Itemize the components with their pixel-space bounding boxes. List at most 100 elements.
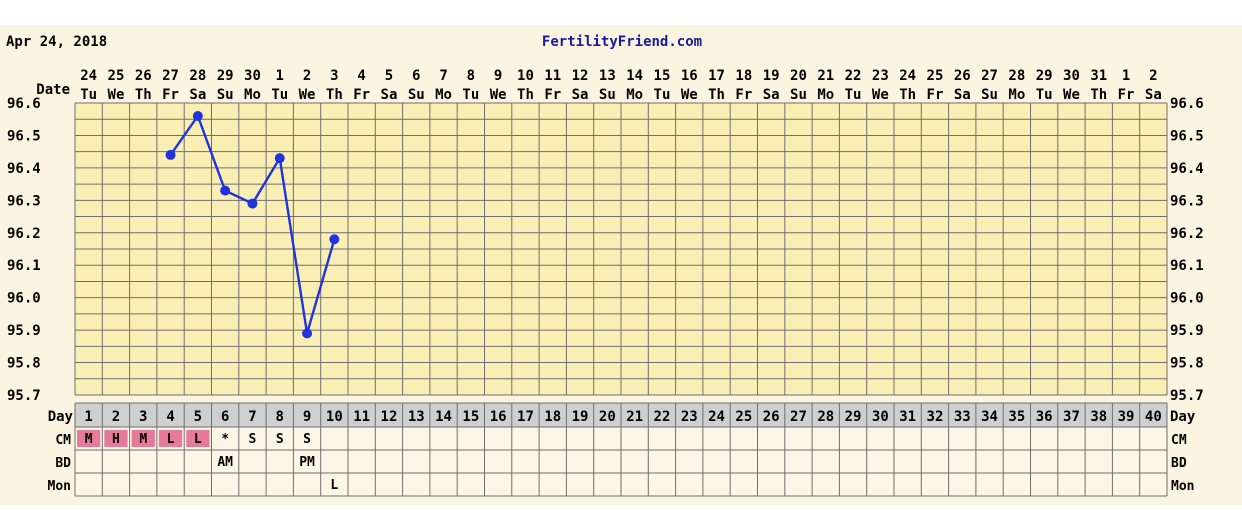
- date-tick-label: 13: [599, 68, 616, 84]
- temp-tick-label-left: 95.8: [7, 356, 41, 372]
- cm-cell-value: S: [249, 432, 257, 447]
- date-tick-label: 2: [1149, 68, 1157, 84]
- date-tick-label: 22: [845, 68, 862, 84]
- cycle-day-label: 23: [681, 409, 698, 425]
- temperature-point: [192, 110, 203, 121]
- weekday-tick-label: We: [872, 87, 889, 103]
- date-tick-label: 11: [544, 68, 561, 84]
- temp-tick-label-right: 96.3: [1170, 193, 1204, 209]
- cm-cell-value: S: [303, 432, 311, 447]
- cycle-day-label: 27: [790, 409, 807, 425]
- date-tick-label: 5: [385, 68, 393, 84]
- date-tick-label: 30: [244, 68, 261, 84]
- weekday-tick-label: Tu: [271, 87, 288, 103]
- temp-tick-label-right: 96.1: [1170, 258, 1204, 274]
- cycle-day-label: 25: [735, 409, 752, 425]
- temperature-point: [247, 198, 258, 209]
- cycle-day-label: 3: [139, 409, 147, 425]
- cycle-day-label: 28: [817, 409, 834, 425]
- date-tick-label: 23: [872, 68, 889, 84]
- cycle-day-label: 26: [763, 409, 780, 425]
- date-tick-label: 1: [1122, 68, 1130, 84]
- cycle-day-label: 31: [899, 409, 916, 425]
- date-tick-label: 27: [981, 68, 998, 84]
- temp-tick-label-left: 96.6: [7, 96, 41, 112]
- weekday-tick-label: Th: [708, 87, 725, 103]
- temp-tick-label-right: 96.0: [1170, 291, 1204, 307]
- weekday-tick-label: Fr: [927, 87, 944, 103]
- date-tick-label: 20: [790, 68, 807, 84]
- weekday-tick-label: Th: [326, 87, 343, 103]
- cycle-day-label: 17: [517, 409, 534, 425]
- date-tick-label: 7: [439, 68, 447, 84]
- date-tick-label: 28: [189, 68, 206, 84]
- cycle-day-label: 21: [626, 409, 643, 425]
- weekday-tick-label: Th: [517, 87, 534, 103]
- bd-cell-value: AM: [217, 455, 233, 470]
- cm-cell-value: L: [194, 432, 202, 447]
- cycle-day-label: 20: [599, 409, 616, 425]
- cycle-day-label: 18: [544, 409, 561, 425]
- date-tick-label: 17: [708, 68, 725, 84]
- weekday-tick-label: Sa: [1145, 87, 1162, 103]
- weekday-tick-label: Su: [408, 87, 425, 103]
- cycle-day-label: 33: [954, 409, 971, 425]
- date-tick-label: 28: [1008, 68, 1025, 84]
- temp-tick-label-right: 96.6: [1170, 96, 1204, 112]
- chart-date: Apr 24, 2018: [6, 34, 107, 50]
- weekday-tick-label: Su: [790, 87, 807, 103]
- cycle-day-label: 13: [408, 409, 425, 425]
- weekday-tick-label: Tu: [1036, 87, 1053, 103]
- weekday-tick-label: Th: [1090, 87, 1107, 103]
- temp-tick-label-left: 95.7: [7, 388, 41, 404]
- temp-tick-label-right: 96.5: [1170, 128, 1204, 144]
- weekday-tick-label: Fr: [353, 87, 370, 103]
- date-tick-label: 6: [412, 68, 420, 84]
- cycle-day-label: 32: [927, 409, 944, 425]
- mon-cell-value: L: [330, 478, 338, 493]
- weekday-tick-label: Su: [599, 87, 616, 103]
- weekday-tick-label: Fr: [544, 87, 561, 103]
- date-tick-label: 29: [217, 68, 234, 84]
- date-tick-label: 25: [108, 68, 125, 84]
- temp-tick-label-right: 95.8: [1170, 356, 1204, 372]
- cycle-day-label: 10: [326, 409, 343, 425]
- weekday-tick-label: Mo: [817, 87, 834, 103]
- cycle-day-label: 37: [1063, 409, 1080, 425]
- chart-svg: Apr 24, 2018 FertilityFriend.com Date24 2…: [0, 0, 1242, 505]
- weekday-tick-label: Sa: [954, 87, 971, 103]
- temperature-point: [302, 328, 313, 339]
- temp-tick-label-right: 96.4: [1170, 161, 1204, 177]
- cycle-day-label: 36: [1036, 409, 1053, 425]
- date-tick-label: 29: [1036, 68, 1053, 84]
- date-tick-label: 19: [763, 68, 780, 84]
- cm-cell-value: *: [221, 432, 229, 447]
- temp-tick-label-left: 96.4: [7, 161, 41, 177]
- cycle-day-label: 15: [462, 409, 479, 425]
- weekday-tick-label: Fr: [735, 87, 752, 103]
- weekday-tick-label: We: [681, 87, 698, 103]
- cycle-day-label: 22: [654, 409, 671, 425]
- cycle-day-label: 34: [981, 409, 998, 425]
- weekday-tick-label: Sa: [763, 87, 780, 103]
- date-tick-label: 24: [899, 68, 916, 84]
- fertility-chart: Apr 24, 2018 FertilityFriend.com Date 24 2…: [0, 0, 1242, 505]
- weekday-tick-label: We: [108, 87, 125, 103]
- date-tick-label: 10: [517, 68, 534, 84]
- date-tick-label: 12: [572, 68, 589, 84]
- grid-lines: [74, 102, 1168, 497]
- temp-tick-label-left: 96.5: [7, 128, 41, 144]
- date-tick-label: 25: [927, 68, 944, 84]
- date-tick-label: 30: [1063, 68, 1080, 84]
- cm-cell-value: L: [167, 432, 175, 447]
- bd-row-label-right: BD: [1171, 456, 1187, 471]
- cycle-day-label: 38: [1090, 409, 1107, 425]
- weekday-tick-label: We: [490, 87, 507, 103]
- weekday-tick-label: We: [1063, 87, 1080, 103]
- cycle-day-label: 24: [708, 409, 725, 425]
- cycle-day-label: 39: [1118, 409, 1135, 425]
- cycle-day-label: 8: [276, 409, 284, 425]
- temp-tick-label-right: 95.9: [1170, 323, 1204, 339]
- weekday-tick-label: Mo: [244, 87, 261, 103]
- temp-tick-label-right: 95.7: [1170, 388, 1204, 404]
